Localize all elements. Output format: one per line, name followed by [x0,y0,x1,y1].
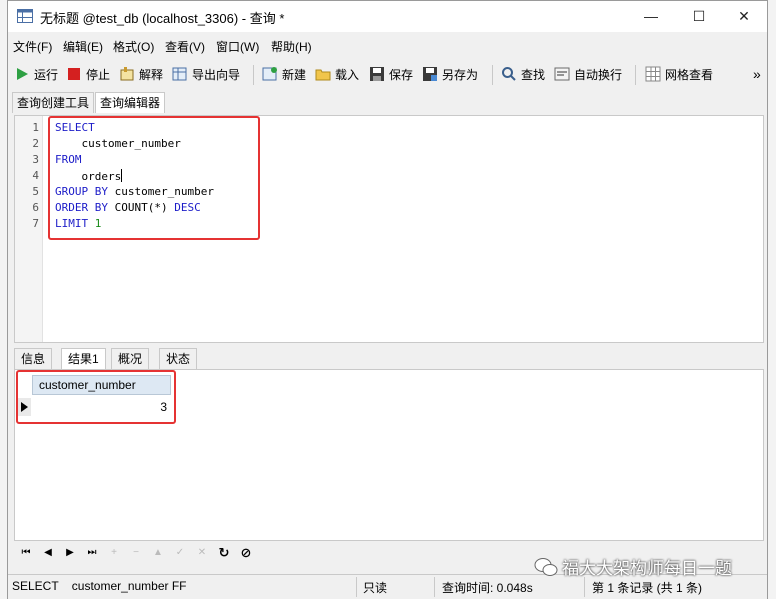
load-button[interactable]: 载入 [315,65,359,83]
menu-format[interactable]: 格式(O) [113,38,154,55]
word-wrap-label: 自动换行 [574,67,623,82]
menu-file[interactable]: 文件(F) [13,38,52,55]
close-button[interactable]: ✕ [721,1,767,32]
stop-icon [66,66,82,82]
refresh-icon[interactable]: ↻ [216,545,232,561]
save-as-icon [422,66,438,82]
add-record-icon[interactable]: + [106,545,122,561]
grid-view-label: 网格查看 [665,67,714,82]
edit-record-icon[interactable]: ▲ [150,545,166,561]
previous-record-icon[interactable]: ◀ [40,545,56,561]
run-button[interactable]: 运行 [14,65,58,83]
toolbar-divider [635,65,636,85]
line-number: 4 [32,169,39,182]
save-as-label: 另存为 [442,67,479,82]
stop-fetch-icon[interactable]: ⊘ [238,545,254,561]
word-wrap-icon [554,66,570,82]
explain-button[interactable]: 解释 [119,65,163,83]
new-label: 新建 [282,67,307,82]
status-divider [434,577,435,597]
menu-help[interactable]: 帮助(H) [271,38,312,55]
save-label: 保存 [389,67,414,82]
title-bar: 无标题 @test_db (localhost_3306) - 查询 * — ☐… [8,1,767,32]
tab-result1[interactable]: 结果1 [61,348,106,369]
new-query-icon [262,66,278,82]
minimize-button[interactable]: — [628,1,674,32]
tab-info[interactable]: 信息 [14,348,53,369]
status-record-count: 第 1 条记录 (共 1 条) [592,581,703,595]
line-number: 1 [32,121,39,134]
line-number: 3 [32,153,39,166]
load-label: 载入 [335,67,360,82]
query-tabs: 查询创建工具 查询编辑器 [8,90,767,114]
run-label: 运行 [34,67,59,82]
new-button[interactable]: 新建 [262,65,306,83]
menu-window[interactable]: 窗口(W) [216,38,259,55]
wechat-logo-icon [534,557,558,576]
toolbar-divider [253,65,254,85]
play-icon [14,66,30,82]
tab-query-builder[interactable]: 查询创建工具 [12,92,95,113]
find-label: 查找 [521,67,546,82]
explain-label: 解释 [139,67,164,82]
watermark: 福大大架构师每日一题 [534,554,732,579]
window-title: 无标题 @test_db (localhost_3306) - 查询 * [40,11,285,26]
explain-icon [119,66,135,82]
discard-changes-icon[interactable]: ✕ [194,545,210,561]
search-icon [501,66,517,82]
first-record-icon[interactable]: ⏮ [18,545,34,561]
tab-query-editor[interactable]: 查询编辑器 [95,92,166,113]
highlight-box-result [16,370,176,424]
line-number-gutter: 1 2 3 4 5 6 7 [15,116,43,342]
stop-button[interactable]: 停止 [66,65,110,83]
toolbar-divider [492,65,493,85]
watermark-text: 福大大架构师每日一题 [562,559,732,578]
word-wrap-button[interactable]: 自动换行 [554,65,622,83]
export-wizard-label: 导出向导 [192,67,241,82]
delete-record-icon[interactable]: − [128,545,144,561]
last-record-icon[interactable]: ⏭ [84,545,100,561]
sql-editor[interactable]: 1 2 3 4 5 6 7 SELECT customer_number FRO… [14,115,764,343]
line-number: 2 [32,137,39,150]
maximize-button[interactable]: ☐ [676,1,722,32]
status-query-time: 查询时间: 0.048s [442,581,533,595]
grid-view-button[interactable]: 网格查看 [645,65,713,83]
menu-bar: 文件(F) 编辑(E) 格式(O) 查看(V) 窗口(W) 帮助(H) [8,34,767,56]
menu-view[interactable]: 查看(V) [165,38,205,55]
status-sql-text: SELECT customer_number FF [12,579,187,593]
find-button[interactable]: 查找 [501,65,545,83]
export-wizard-button[interactable]: 导出向导 [172,65,240,83]
stop-label: 停止 [86,67,111,82]
save-icon [369,66,385,82]
result-grid[interactable]: customer_number 3 [14,369,764,541]
line-number: 6 [32,201,39,214]
folder-icon [315,66,331,82]
line-number: 7 [32,217,39,230]
save-button[interactable]: 保存 [369,65,413,83]
query-window: 无标题 @test_db (localhost_3306) - 查询 * — ☐… [7,0,768,599]
status-divider [584,577,585,597]
result-tabs: 信息 结果1 概况 状态 [8,347,767,369]
highlight-box-sql [48,116,260,240]
status-divider [356,577,357,597]
query-table-icon [17,9,33,23]
menu-edit[interactable]: 编辑(E) [63,38,103,55]
tab-overview[interactable]: 概况 [111,348,150,369]
apply-changes-icon[interactable]: ✓ [172,545,188,561]
tab-status[interactable]: 状态 [159,348,198,369]
grid-icon [645,66,661,82]
status-readonly: 只读 [363,581,388,595]
toolbar-overflow-button[interactable]: » [753,65,761,83]
toolbar: 运行 停止 解释 导出向导 新建 载入 保存 另存为 查找 自动换行 网格查看 … [8,59,767,89]
line-number: 5 [32,185,39,198]
export-icon [172,66,188,82]
save-as-button[interactable]: 另存为 [422,65,478,83]
next-record-icon[interactable]: ▶ [62,545,78,561]
